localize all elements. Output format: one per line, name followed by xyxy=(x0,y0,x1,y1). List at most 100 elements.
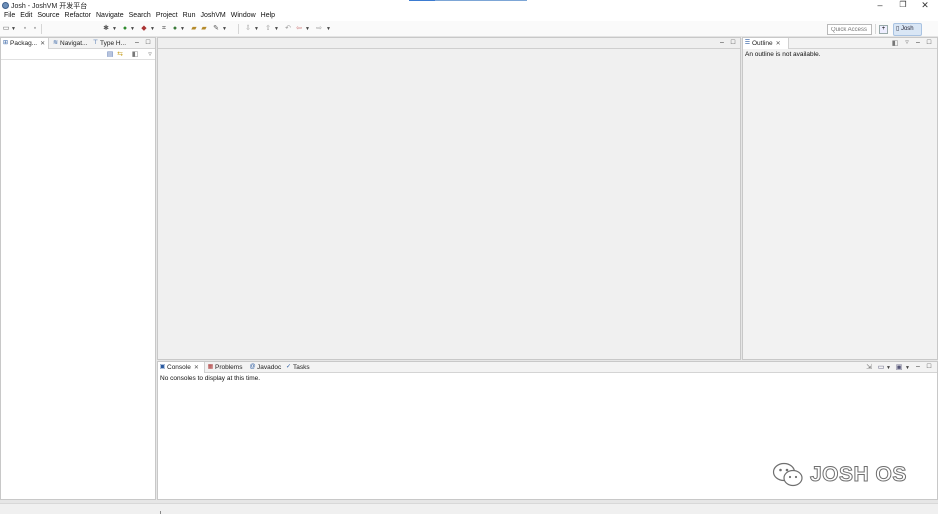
quick-access-input[interactable] xyxy=(827,24,872,35)
debug-dropdown-icon[interactable]: ▼ xyxy=(112,25,117,33)
back-icon[interactable]: ⇦ xyxy=(295,25,303,33)
watermark: JOSH OS xyxy=(772,461,907,489)
run-dropdown-icon[interactable]: ▼ xyxy=(130,25,135,33)
menu-window[interactable]: Window xyxy=(231,11,260,21)
tab-problems[interactable]: ▦ Problems xyxy=(206,362,243,373)
navigator-icon: ≋ xyxy=(52,40,59,46)
menu-file[interactable]: File xyxy=(4,11,19,21)
save-all-icon[interactable]: ▪ xyxy=(31,25,39,33)
type-hierarchy-icon: ⊤ xyxy=(92,40,99,46)
javadoc-icon: @ xyxy=(249,364,256,370)
title-progress-bar xyxy=(409,0,527,1)
tab-navigator[interactable]: ≋ Navigat... xyxy=(51,38,87,49)
outline-tabbar: ☰ Outline ✕ ◧ ▿ – □ xyxy=(743,38,937,49)
menu-bar: File Edit Source Refactor Navigate Searc… xyxy=(0,11,938,21)
tab-console[interactable]: ▣ Console ✕ xyxy=(158,362,205,373)
open-console-dropdown-icon[interactable]: ▼ xyxy=(905,364,910,372)
close-tab-icon[interactable]: ✕ xyxy=(194,365,199,371)
close-window-button[interactable]: ✕ xyxy=(914,0,936,11)
menu-search[interactable]: Search xyxy=(129,11,155,21)
run-icon[interactable]: ● xyxy=(121,25,129,33)
problems-icon: ▦ xyxy=(207,364,214,370)
tab-tasks[interactable]: ✓ Tasks xyxy=(284,362,310,373)
close-tab-icon[interactable]: ✕ xyxy=(40,41,45,47)
editor-tabbar: – □ xyxy=(158,38,740,49)
display-console-dropdown-icon[interactable]: ▼ xyxy=(886,364,891,372)
minimize-view-button[interactable]: – xyxy=(914,38,922,49)
package-explorer-panel: ⊞ Packag... ✕ ≋ Navigat... ⊤ Type H... – □ ▤… xyxy=(0,37,156,500)
save-icon[interactable]: ▪ xyxy=(21,25,29,33)
minimize-view-button[interactable]: – xyxy=(133,38,141,49)
toolbar-separator xyxy=(875,24,876,34)
main-toolbar: ▭ ▼ ▪ ▪ ✱ ▼ ● ▼ ◆ ▼ ⌗ ● ▼ ▰ ▰ ✎ ▼ ⇩ ▼ ⇧ … xyxy=(0,21,938,37)
tab-outline[interactable]: ☰ Outline ✕ xyxy=(743,38,789,49)
toolbar-separator xyxy=(238,24,239,34)
search-dropdown-icon[interactable]: ▼ xyxy=(222,25,227,33)
tab-type-hierarchy[interactable]: ⊤ Type H... xyxy=(91,38,126,49)
menu-navigate[interactable]: Navigate xyxy=(96,11,128,21)
external-tools-icon[interactable]: ◆ xyxy=(140,25,148,33)
menu-joshvm[interactable]: JoshVM xyxy=(200,11,229,21)
tab-javadoc[interactable]: @ Javadoc xyxy=(248,362,281,373)
previous-annotation-dropdown-icon[interactable]: ▼ xyxy=(274,25,279,33)
display-console-icon[interactable]: ▭ xyxy=(877,364,885,372)
outline-message: An outline is not available. xyxy=(745,51,821,58)
toolbar-separator xyxy=(41,24,42,34)
minimize-window-button[interactable]: – xyxy=(869,0,891,11)
focus-icon[interactable]: ◧ xyxy=(891,40,899,48)
menu-run[interactable]: Run xyxy=(183,11,200,21)
new-icon[interactable]: ▭ xyxy=(2,25,10,33)
open-type-icon[interactable]: ▰ xyxy=(190,25,198,33)
next-annotation-icon[interactable]: ⇩ xyxy=(244,25,252,33)
wechat-logo-icon xyxy=(772,462,803,487)
perspective-josh-label: Josh xyxy=(900,26,914,32)
collapse-all-icon[interactable]: ▤ xyxy=(106,51,114,59)
close-tab-icon[interactable]: ✕ xyxy=(776,41,781,47)
perspective-josh-button[interactable]: ▯ Josh xyxy=(893,23,922,36)
menu-edit[interactable]: Edit xyxy=(20,11,36,21)
tab-package-explorer[interactable]: ⊞ Packag... ✕ xyxy=(1,38,49,49)
maximize-view-button[interactable]: □ xyxy=(144,38,152,49)
view-menu-icon[interactable]: ▿ xyxy=(903,39,911,47)
back-dropdown-icon[interactable]: ▼ xyxy=(305,25,310,33)
open-task-icon[interactable]: ▰ xyxy=(200,25,208,33)
menu-refactor[interactable]: Refactor xyxy=(65,11,95,21)
debug-icon[interactable]: ✱ xyxy=(102,25,110,33)
minimize-editor-button[interactable]: – xyxy=(718,38,726,49)
maximize-editor-button[interactable]: □ xyxy=(729,38,737,49)
new-dropdown-icon[interactable]: ▼ xyxy=(11,25,16,33)
new-java-project-icon[interactable]: ⌗ xyxy=(160,25,168,33)
new-class-icon[interactable]: ● xyxy=(171,25,179,33)
menu-help[interactable]: Help xyxy=(261,11,279,21)
outline-panel: ☰ Outline ✕ ◧ ▿ – □ An outline is not avai… xyxy=(742,37,938,360)
forward-icon[interactable]: ⇨ xyxy=(315,25,323,33)
last-edit-location-icon[interactable]: ↶ xyxy=(284,25,292,33)
previous-annotation-icon[interactable]: ⇧ xyxy=(264,25,272,33)
forward-dropdown-icon[interactable]: ▼ xyxy=(326,25,331,33)
search-icon[interactable]: ✎ xyxy=(212,25,220,33)
app-icon xyxy=(2,2,9,9)
title-bar: Josh - JoshVM 开发平台 – ❐ ✕ xyxy=(0,0,938,11)
link-with-editor-icon[interactable]: ⇆ xyxy=(116,51,124,59)
pin-console-icon[interactable]: ⇲ xyxy=(865,364,873,372)
next-annotation-dropdown-icon[interactable]: ▼ xyxy=(254,25,259,33)
console-message: No consoles to display at this time. xyxy=(160,375,261,382)
external-tools-dropdown-icon[interactable]: ▼ xyxy=(150,25,155,33)
open-console-icon[interactable]: ▣ xyxy=(895,364,903,372)
package-explorer-icon: ⊞ xyxy=(2,40,9,46)
minimize-view-button[interactable]: – xyxy=(914,362,922,373)
maximize-view-button[interactable]: □ xyxy=(925,38,933,49)
outline-icon: ☰ xyxy=(744,40,751,46)
title-progress-fill xyxy=(409,0,435,1)
focus-icon[interactable]: ◧ xyxy=(131,51,139,59)
restore-window-button[interactable]: ❐ xyxy=(892,0,914,11)
open-perspective-icon[interactable]: + xyxy=(879,25,888,34)
watermark-text: JOSH OS xyxy=(810,463,907,487)
menu-project[interactable]: Project xyxy=(156,11,182,21)
console-tabbar: ▣ Console ✕ ▦ Problems @ Javadoc ✓ Tasks ⇲ ▭ … xyxy=(158,362,937,373)
new-class-dropdown-icon[interactable]: ▼ xyxy=(180,25,185,33)
menu-source[interactable]: Source xyxy=(37,11,63,21)
maximize-view-button[interactable]: □ xyxy=(925,362,933,373)
view-menu-icon[interactable]: ▿ xyxy=(146,51,154,59)
package-explorer-tabbar: ⊞ Packag... ✕ ≋ Navigat... ⊤ Type H... – □ xyxy=(1,38,155,49)
